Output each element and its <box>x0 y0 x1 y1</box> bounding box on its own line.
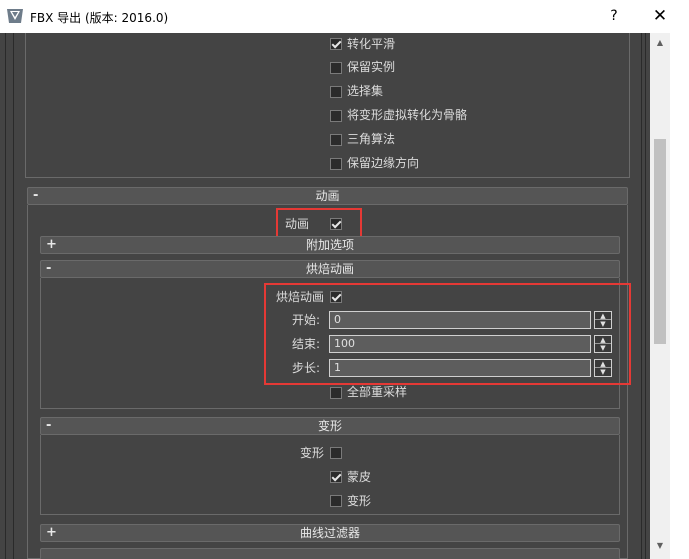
rollout-title: 变形 <box>317 419 342 433</box>
triangulate-checkbox[interactable] <box>330 134 342 146</box>
rollout-title: 烘焙动画 <box>305 262 354 276</box>
app-logo-icon <box>7 9 23 23</box>
frame-line <box>13 33 14 559</box>
rollout-title: 曲线过滤器 <box>299 526 360 540</box>
checkbox-label: 保留边缘方向 <box>347 156 420 170</box>
window-right-margin <box>670 33 689 559</box>
resample-all-checkbox[interactable] <box>330 387 342 399</box>
close-button[interactable]: ✕ <box>637 0 683 33</box>
checkbox-label: 全部重采样 <box>347 385 408 399</box>
vertical-scrollbar[interactable]: ▲ ▼ <box>650 33 670 559</box>
frame-line <box>645 33 646 559</box>
highlight-box-bake <box>264 283 631 385</box>
rollout-curve-filters[interactable]: + 曲线过滤器 <box>40 524 620 542</box>
checkbox-label: 保留实例 <box>347 60 396 74</box>
deformations-label: 变形 <box>300 446 325 460</box>
checkbox-label: 选择集 <box>347 84 384 98</box>
title-bar: FBX 导出 (版本: 2016.0) ? ✕ <box>0 0 689 33</box>
deformations-checkbox[interactable] <box>330 447 342 459</box>
highlight-box-animation <box>276 208 362 238</box>
rollout-deformations[interactable]: - 变形 <box>40 417 620 435</box>
preserve-instances-checkbox[interactable] <box>330 62 342 74</box>
checkbox-label: 变形 <box>347 494 372 508</box>
export-settings-panel: 转化平滑 保留实例 选择集 将变形虚拟转化为骨骼 三角算法 保留边缘方向 - 动… <box>0 33 689 559</box>
rollout-extra-options[interactable]: + 附加选项 <box>40 236 620 254</box>
morphs-checkbox[interactable] <box>330 495 342 507</box>
rollout-bake-animation[interactable]: - 烘焙动画 <box>40 260 620 278</box>
checkbox-label: 蒙皮 <box>347 470 372 484</box>
rollout-title: 动画 <box>315 189 340 203</box>
help-button[interactable]: ? <box>591 0 637 33</box>
geometry-group <box>25 33 630 178</box>
rollout-animation[interactable]: - 动画 <box>27 187 628 205</box>
rollout-partial[interactable] <box>40 548 620 559</box>
rollout-title: 附加选项 <box>305 238 354 252</box>
frame-line <box>641 33 642 559</box>
convert-smoothing-checkbox[interactable] <box>330 38 342 50</box>
checkbox-label: 三角算法 <box>347 132 396 146</box>
frame-line <box>5 33 6 559</box>
checkbox-label: 将变形虚拟转化为骨骼 <box>347 108 468 122</box>
preserve-edge-orientation-checkbox[interactable] <box>330 158 342 170</box>
selection-sets-checkbox[interactable] <box>330 86 342 98</box>
skins-checkbox[interactable] <box>330 471 342 483</box>
window-title: FBX 导出 (版本: 2016.0) <box>30 11 169 25</box>
scrollbar-thumb[interactable] <box>654 139 666 344</box>
convert-deforming-dummies-checkbox[interactable] <box>330 110 342 122</box>
scroll-up-icon[interactable]: ▲ <box>650 36 670 50</box>
checkbox-label: 转化平滑 <box>347 37 396 51</box>
scroll-down-icon[interactable]: ▼ <box>650 539 670 553</box>
